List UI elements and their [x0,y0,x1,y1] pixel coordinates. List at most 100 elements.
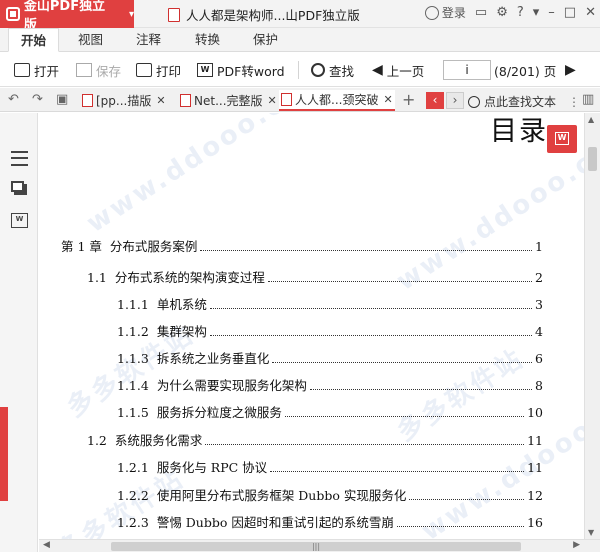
app-menu-button[interactable]: 金山PDF独立版 ▾ [0,0,134,33]
toc-entry[interactable]: 1.1.4 为什么需要实现服务化架构 8 [117,375,543,394]
quick-convert-button[interactable]: W [547,125,577,153]
doc-tab[interactable]: Net...完整版 ✕ [178,90,279,111]
save-small-icon[interactable]: ▣ [56,92,68,107]
pdf-to-word-icon: W [555,132,569,145]
close-tab-icon[interactable]: ✕ [383,93,392,106]
scroll-up-icon[interactable]: ▲ [588,115,594,124]
search-icon [311,63,325,77]
title-bar: 金山PDF独立版 ▾ 人人都是架构师...山PDF独立版 登录 ▭ ⚙ ? ▾ … [0,0,600,33]
left-sidebar: W [0,113,38,552]
pdf-page: 目录 www.ddooo.com www.ddooo.com 多多软件站 多多软… [47,113,584,539]
toc-page: 11 [527,460,543,475]
minimize-icon[interactable]: – [548,5,555,20]
toc-entry[interactable]: 1.2.1 服务化与 RPC 协议 11 [117,457,543,476]
gear-icon[interactable]: ⚙ [496,5,508,20]
close-icon[interactable]: ✕ [585,5,596,20]
close-tab-icon[interactable]: ✕ [156,94,165,107]
print-button[interactable]: 打印 [136,60,181,80]
message-icon[interactable]: ▭ [475,5,487,20]
scroll-left-icon[interactable]: ◀ [43,540,50,550]
redo-icon[interactable]: ↷ [32,92,43,107]
toc-page: 8 [535,378,543,393]
print-label: 打印 [156,63,182,79]
tab-protect[interactable]: 保护 [241,28,290,52]
toc-number: 1.2.3 [117,515,149,530]
window-title: 人人都是架构师...山PDF独立版 [168,5,360,24]
tab-annotate[interactable]: 注释 [124,28,173,52]
next-page-button[interactable]: ▶ [565,60,576,80]
toc-leader [205,444,525,445]
login-label: 登录 [441,6,466,20]
find-label: 查找 [329,63,355,79]
toc-leader [209,308,533,309]
ribbon-tabs: 开始 视图 注释 转换 保护 [0,28,600,52]
prev-page-button[interactable]: ◀ 上一页 [372,60,424,80]
toc-entry[interactable]: 1.1.1 单机系统 3 [117,294,543,313]
vertical-scrollbar[interactable]: ▲ ▼ [584,113,600,539]
toc-title: 集群架构 [156,324,207,339]
page-number-input[interactable]: i [443,60,491,80]
toc-leader [200,250,533,251]
toc-number: 1.1.4 [117,378,149,393]
toc-title: 使用阿里分布式服务框架 Dubbo 实现服务化 [156,488,407,503]
toc-entry[interactable]: 1.1.3 拆系统之业务垂直化 6 [117,348,543,367]
window-controls: 登录 ▭ ⚙ ? ▾ – □ ✕ [424,4,596,21]
new-tab-icon[interactable]: + [402,90,415,109]
find-button[interactable]: 查找 [311,60,354,80]
login-button[interactable]: 登录 [424,4,466,21]
doc-tab[interactable]: [pp...描版 ✕ [80,90,168,111]
close-tab-icon[interactable]: ✕ [268,94,277,107]
toc-leader [309,389,533,390]
convert-icon[interactable]: W [11,213,28,228]
toc-leader [270,471,525,472]
scroll-right-icon[interactable]: ▶ [573,540,580,550]
undo-icon[interactable]: ↶ [8,92,19,107]
toc-entry[interactable]: 1.1.2 集群架构 4 [117,321,543,340]
doc-tab-label: 人人都...颈突破 [295,93,379,107]
find-text-button[interactable]: 点此查找文本 ⋮ [468,93,580,110]
chevron-down-icon: ▾ [128,8,134,20]
help-icon[interactable]: ? [517,5,524,20]
layout-icon[interactable]: ▥ [582,92,594,107]
toc-entry[interactable]: 第 1 章 分布式服务案例 1 [61,236,543,255]
dropdown-icon[interactable]: ▾ [533,5,540,20]
open-button[interactable]: 打开 [14,60,59,80]
pdf-file-icon [180,94,191,107]
toc-entry[interactable]: 1.1 分布式系统的架构演变过程 2 [87,267,543,286]
pdf-to-word-icon: W [197,63,213,77]
toolbar-divider [298,61,299,79]
toc-entry[interactable]: 1.2.3 警惕 Dubbo 因超时和重试引起的系统雪崩 16 [117,512,543,531]
toolbar: 打开 保存 打印 W PDF转word 查找 ◀ 上一页 (8/201) 页 ▶ [0,53,600,87]
user-icon [424,5,439,20]
doc-tab-active[interactable]: 人人都...颈突破 ✕ [279,90,395,111]
pdf-to-word-button[interactable]: W PDF转word [197,60,285,80]
toc-number: 第 1 章 [61,239,102,254]
toc-entry[interactable]: 1.2 系统服务化需求 11 [87,430,543,449]
toc-entry[interactable]: 1.1.5 服务拆分粒度之微服务 10 [117,402,543,421]
tab-scroll-right-button[interactable]: › [446,92,464,109]
horizontal-scrollbar[interactable]: ◀ ||| ▶ [39,539,600,552]
scroll-down-icon[interactable]: ▼ [588,528,594,537]
document-view[interactable]: 目录 www.ddooo.com www.ddooo.com 多多软件站 多多软… [39,113,584,539]
more-icon[interactable]: ⋮ [568,95,580,109]
tab-scroll-left-button[interactable]: ‹ [426,92,444,109]
tab-convert[interactable]: 转换 [183,28,232,52]
toc-number: 1.1 [87,270,107,285]
pdf-file-icon [82,94,93,107]
watermark-text: www.ddooo.com [81,113,333,239]
save-button[interactable]: 保存 [76,60,121,80]
vertical-scroll-thumb[interactable] [588,147,597,171]
toc-entry[interactable]: 1.2.2 使用阿里分布式服务框架 Dubbo 实现服务化 12 [117,485,543,504]
doc-tab-label: [pp...描版 [96,94,152,108]
maximize-icon[interactable]: □ [564,5,576,20]
thumbnails-icon[interactable] [11,181,24,192]
tab-start[interactable]: 开始 [8,28,60,52]
outline-icon[interactable] [11,151,28,166]
tab-view[interactable]: 视图 [66,28,115,52]
sidebar-toggle-handle[interactable] [0,407,8,501]
toc-page: 6 [535,351,543,366]
horizontal-scroll-thumb[interactable]: ||| [111,542,521,551]
toc-page: 4 [535,324,543,339]
toc-title: 拆系统之业务垂直化 [156,351,270,366]
toc-leader [409,499,525,500]
